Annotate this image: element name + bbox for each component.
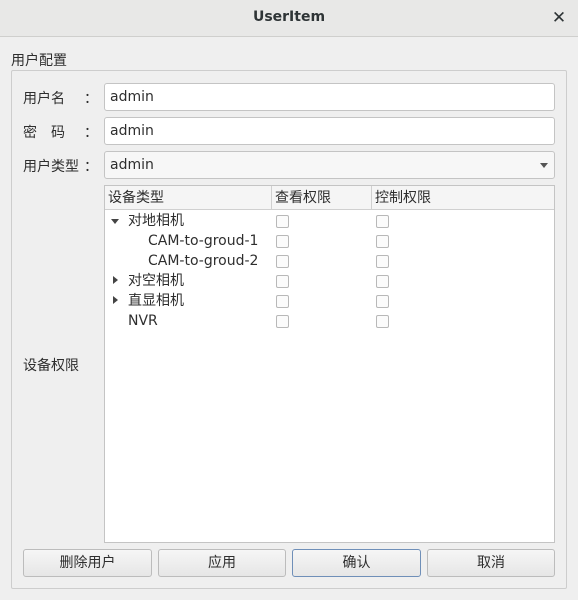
username-colon: ： (84, 91, 98, 107)
view-checkbox[interactable] (276, 275, 289, 288)
tree-row[interactable]: 对空相机 (105, 271, 554, 291)
column-view-permission[interactable]: 查看权限 (272, 186, 372, 210)
usertype-select[interactable]: admin (104, 151, 555, 179)
expand-icon[interactable] (113, 276, 118, 284)
cancel-button[interactable]: 取消 (427, 549, 555, 577)
usertype-value: admin (110, 157, 154, 173)
usertype-label: 用户类型 (23, 159, 79, 175)
tree-row[interactable]: NVR (105, 311, 554, 331)
tree-header: 设备类型 查看权限 控制权限 (105, 186, 554, 210)
close-icon[interactable]: ✕ (548, 7, 570, 29)
permissions-label: 设备权限 (23, 358, 79, 374)
usertype-colon: ： (84, 159, 98, 175)
tree-row[interactable]: 对地相机 (105, 211, 554, 231)
username-label: 用户名 (23, 91, 65, 107)
chevron-down-icon (540, 163, 548, 168)
password-input[interactable]: admin (104, 117, 555, 145)
tree-row-label: CAM-to-groud-2 (148, 253, 259, 269)
apply-button[interactable]: 应用 (158, 549, 286, 577)
tree-row[interactable]: CAM-to-groud-1 (105, 231, 554, 251)
tree-row-label: 直显相机 (128, 293, 184, 309)
collapse-icon[interactable] (111, 219, 119, 224)
expand-icon[interactable] (113, 296, 118, 304)
control-checkbox[interactable] (376, 295, 389, 308)
view-checkbox[interactable] (276, 255, 289, 268)
view-checkbox[interactable] (276, 315, 289, 328)
control-checkbox[interactable] (376, 215, 389, 228)
useritem-dialog: UserItem ✕ 用户配置 用户名 ： admin 密 码 ： admin … (0, 0, 578, 600)
view-checkbox[interactable] (276, 235, 289, 248)
password-label: 密 码 (23, 125, 65, 141)
delete-user-button[interactable]: 删除用户 (23, 549, 152, 577)
window-title: UserItem (252, 9, 326, 25)
group-title: 用户配置 (11, 53, 67, 69)
column-control-permission[interactable]: 控制权限 (372, 186, 554, 210)
control-checkbox[interactable] (376, 315, 389, 328)
control-checkbox[interactable] (376, 235, 389, 248)
ok-button[interactable]: 确认 (292, 549, 421, 577)
tree-row-label: 对地相机 (128, 213, 184, 229)
tree-row-label: CAM-to-groud-1 (148, 233, 259, 249)
tree-row-label: NVR (128, 313, 158, 329)
username-input[interactable]: admin (104, 83, 555, 111)
control-checkbox[interactable] (376, 255, 389, 268)
control-checkbox[interactable] (376, 275, 389, 288)
permissions-tree[interactable]: 设备类型 查看权限 控制权限 对地相机 CAM-to-groud-1 CAM-t… (104, 185, 555, 543)
tree-row-label: 对空相机 (128, 273, 184, 289)
tree-row[interactable]: 直显相机 (105, 291, 554, 311)
view-checkbox[interactable] (276, 215, 289, 228)
title-bar[interactable]: UserItem ✕ (0, 0, 578, 37)
view-checkbox[interactable] (276, 295, 289, 308)
column-device-type[interactable]: 设备类型 (105, 186, 272, 210)
tree-row[interactable]: CAM-to-groud-2 (105, 251, 554, 271)
password-colon: ： (84, 125, 98, 141)
